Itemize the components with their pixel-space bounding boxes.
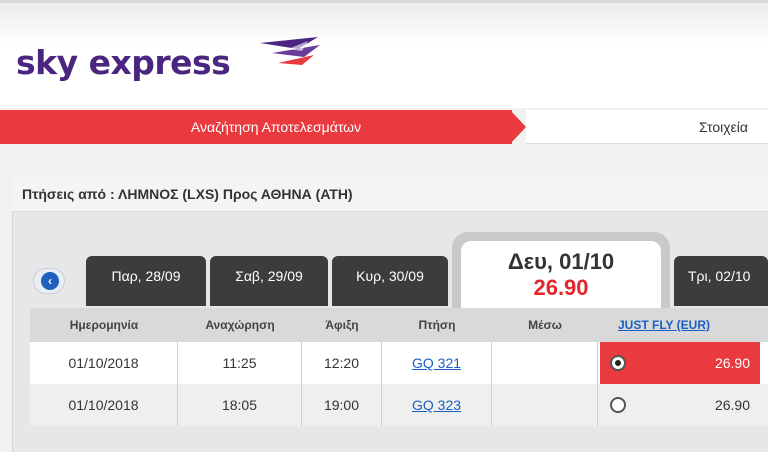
route-heading: Πτήσεις από : ΛΗΜΝΟΣ (LXS) Προς ΑΘΗΝΑ (Α… (12, 176, 768, 212)
brand-logo[interactable]: sky express (16, 43, 231, 82)
table-header: Ημερομηνία Αναχώρηση Άφιξη Πτήση Μέσω JU… (30, 308, 768, 342)
step-details: Στοιχεία (526, 110, 768, 144)
step-search-results: Αναζήτηση Αποτελεσμάτων (0, 110, 512, 144)
row-flight-link[interactable]: GQ 321 (382, 342, 492, 384)
row-arrival: 12:20 (302, 342, 382, 384)
fare-option[interactable]: 26.90 (600, 384, 760, 426)
row-arrival: 19:00 (302, 384, 382, 426)
step-arrow (510, 110, 526, 144)
selected-date-price: 26.90 (533, 275, 589, 300)
row-date: 01/10/2018 (30, 384, 178, 426)
chevron-left-icon: ‹ (41, 272, 59, 290)
site-header: sky express (0, 0, 768, 108)
table-row[interactable]: 01/10/2018 18:05 19:00 GQ 323 26.90 (30, 384, 768, 426)
col-via: Μέσω (528, 318, 562, 332)
table-row[interactable]: 01/10/2018 11:25 12:20 GQ 321 26.90 (30, 342, 768, 384)
row-flight-link[interactable]: GQ 323 (382, 384, 492, 426)
row-via (492, 342, 598, 384)
row-date: 01/10/2018 (30, 342, 178, 384)
previous-dates-button[interactable]: ‹ (33, 268, 65, 294)
fare-radio[interactable] (610, 397, 626, 413)
date-tab-02-10[interactable]: Τρι, 02/10 (674, 256, 768, 306)
fare-option-selected[interactable]: 26.90 (600, 342, 760, 384)
date-tab-28-09[interactable]: Παρ, 28/09 (86, 256, 206, 306)
col-flight: Πτήση (418, 318, 456, 332)
booking-steps: Αναζήτηση Αποτελεσμάτων Στοιχεία (0, 110, 768, 144)
row-via (492, 384, 598, 426)
fare-radio-selected[interactable] (610, 355, 626, 371)
date-tab-29-09[interactable]: Σαβ, 29/09 (210, 256, 328, 306)
fare-price: 26.90 (714, 355, 750, 371)
row-departure: 11:25 (178, 342, 302, 384)
col-departure: Αναχώρηση (205, 318, 275, 332)
date-tab-30-09[interactable]: Κυρ, 30/09 (332, 256, 448, 306)
logo-wings-icon (260, 37, 320, 65)
date-tab-01-10-selected[interactable]: Δευ, 01/10 26.90 (452, 232, 670, 308)
row-departure: 18:05 (178, 384, 302, 426)
col-arrival: Άφιξη (325, 318, 359, 332)
col-fare-just-fly[interactable]: JUST FLY (EUR) (598, 308, 730, 342)
fare-price: 26.90 (714, 397, 750, 413)
selected-date-label: Δευ, 01/10 (507, 249, 615, 274)
col-date: Ημερομηνία (69, 318, 139, 332)
